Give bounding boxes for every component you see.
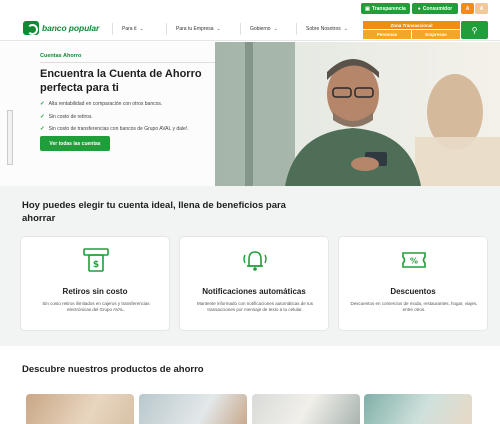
hero-title: Encuentra la Cuenta de Ahorro perfecta p…: [40, 68, 202, 94]
benefits-title: Hoy puedes elegir tu cuenta ideal, llena…: [22, 200, 286, 224]
benefit-card-desc: Descuentos en comercios de moda, restaur…: [350, 301, 478, 312]
product-card-image[interactable]: [26, 394, 134, 424]
svg-text:%: %: [410, 257, 418, 266]
check-icon: ✓: [40, 114, 45, 120]
benefit-card: % Descuentos Descuentos en comercios de …: [338, 236, 488, 331]
hero-bullet: ✓ Sin costo de transferencias con bancos…: [40, 126, 189, 132]
view-all-accounts-button[interactable]: Ver todas las cuentas: [40, 136, 110, 151]
feedback-side-tab[interactable]: [7, 110, 13, 165]
hero-photo: [215, 42, 500, 186]
hero-eyebrow: Cuentas Ahorro: [40, 53, 82, 59]
benefit-card-desc: Mantente informado con notificaciones au…: [196, 301, 314, 312]
benefit-card-title: Notificaciones automáticas: [202, 287, 306, 296]
check-icon: ✓: [40, 101, 45, 107]
svg-text:$: $: [93, 260, 99, 270]
nav-divider: [296, 23, 297, 35]
nav-item-para-ti[interactable]: Para ti ⌄: [122, 26, 144, 32]
brand-name: banco popular: [42, 23, 100, 33]
benefit-card: Notificaciones automáticas Mantente info…: [179, 236, 329, 331]
hero-bullet: ✓ Alta rentabilidad en comparación con o…: [40, 101, 163, 107]
zone-tab-empresas[interactable]: Empresas: [412, 30, 460, 39]
product-card-image[interactable]: [364, 394, 472, 424]
product-card-image[interactable]: [252, 394, 360, 424]
products-title: Descubre nuestros productos de ahorro: [22, 364, 204, 375]
benefit-card-title: Descuentos: [390, 287, 436, 296]
font-increase-button[interactable]: A: [475, 3, 488, 14]
nav-item-sobre-nosotros[interactable]: Sobre Nosotros ⌄: [306, 26, 348, 32]
nav-divider: [240, 23, 241, 35]
transparency-icon: ▣: [365, 5, 370, 12]
chevron-down-icon: ⌄: [216, 26, 221, 32]
consumer-button[interactable]: ● Consumidor: [412, 3, 458, 14]
font-decrease-button[interactable]: A: [461, 3, 474, 14]
atm-cash-icon: $: [83, 248, 109, 272]
utility-bar: ▣ Transparencia ● Consumidor A A: [0, 0, 500, 17]
man-with-phone-image: [215, 42, 500, 186]
search-button[interactable]: ⚲: [461, 21, 488, 39]
chevron-down-icon: ⌄: [273, 26, 278, 32]
check-icon: ✓: [40, 126, 45, 132]
benefit-card-title: Retiros sin costo: [62, 287, 128, 296]
transactional-zone-title: Zona Transaccional: [363, 21, 460, 29]
nav-divider: [166, 23, 167, 35]
discount-ticket-icon: %: [402, 252, 426, 268]
hero-bullet: ✓ Sin costo de retiros.: [40, 114, 93, 120]
transparency-button[interactable]: ▣ Transparencia: [361, 3, 410, 14]
search-icon: ⚲: [471, 25, 478, 35]
chevron-down-icon: ⌄: [139, 26, 144, 32]
bell-notification-icon: [243, 251, 267, 271]
brand-logo[interactable]: banco popular: [23, 21, 99, 35]
consumer-icon: ●: [417, 5, 421, 12]
product-card-image[interactable]: [139, 394, 247, 424]
transactional-zone: Zona Transaccional Personas Empresas: [363, 21, 460, 39]
benefit-card: $ Retiros sin costo Sin costo retiros il…: [20, 236, 170, 331]
logo-mark-icon: [23, 21, 39, 35]
nav-item-empresa[interactable]: Para tu Empresa ⌄: [176, 26, 221, 32]
zone-tab-personas[interactable]: Personas: [363, 30, 411, 39]
chevron-down-icon: ⌄: [343, 26, 348, 32]
nav-divider: [112, 23, 113, 35]
benefit-card-desc: Sin costo retiros ilimitados en cajeros …: [42, 301, 150, 312]
divider: [40, 62, 215, 63]
nav-item-gobierno[interactable]: Gobierno ⌄: [250, 26, 278, 32]
